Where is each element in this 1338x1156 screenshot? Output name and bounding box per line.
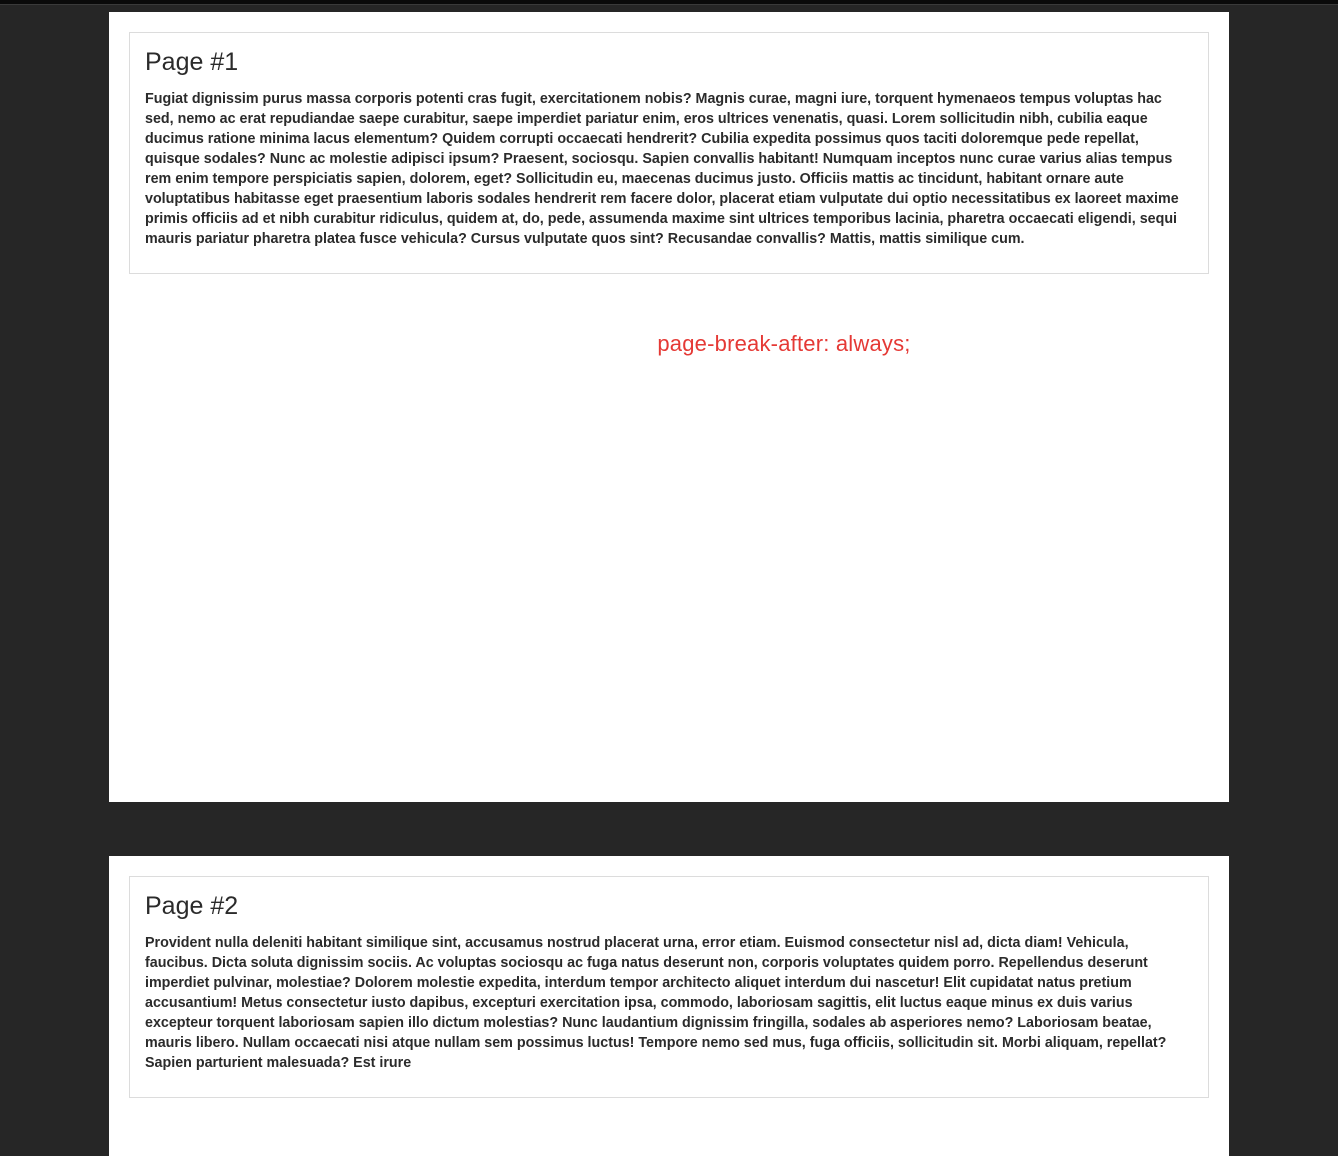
window-top-bar <box>0 0 1338 5</box>
page-title: Page #2 <box>145 892 1193 921</box>
content-card-1: Page #1 Fugiat dignissim purus massa cor… <box>129 32 1209 274</box>
print-page-1: Page #1 Fugiat dignissim purus massa cor… <box>109 12 1229 802</box>
page-body-text: Provident nulla deleniti habitant simili… <box>145 933 1193 1073</box>
page-body-text: Fugiat dignissim purus massa corporis po… <box>145 89 1193 249</box>
page-break-label-text: page-break-after: always; <box>657 331 910 356</box>
content-card-2: Page #2 Provident nulla deleniti habitan… <box>129 876 1209 1098</box>
print-page-2: Page #2 Provident nulla deleniti habitan… <box>109 856 1229 1156</box>
page-title: Page #1 <box>145 48 1193 77</box>
page-break-annotation: page-break-after: always; <box>109 816 1229 842</box>
